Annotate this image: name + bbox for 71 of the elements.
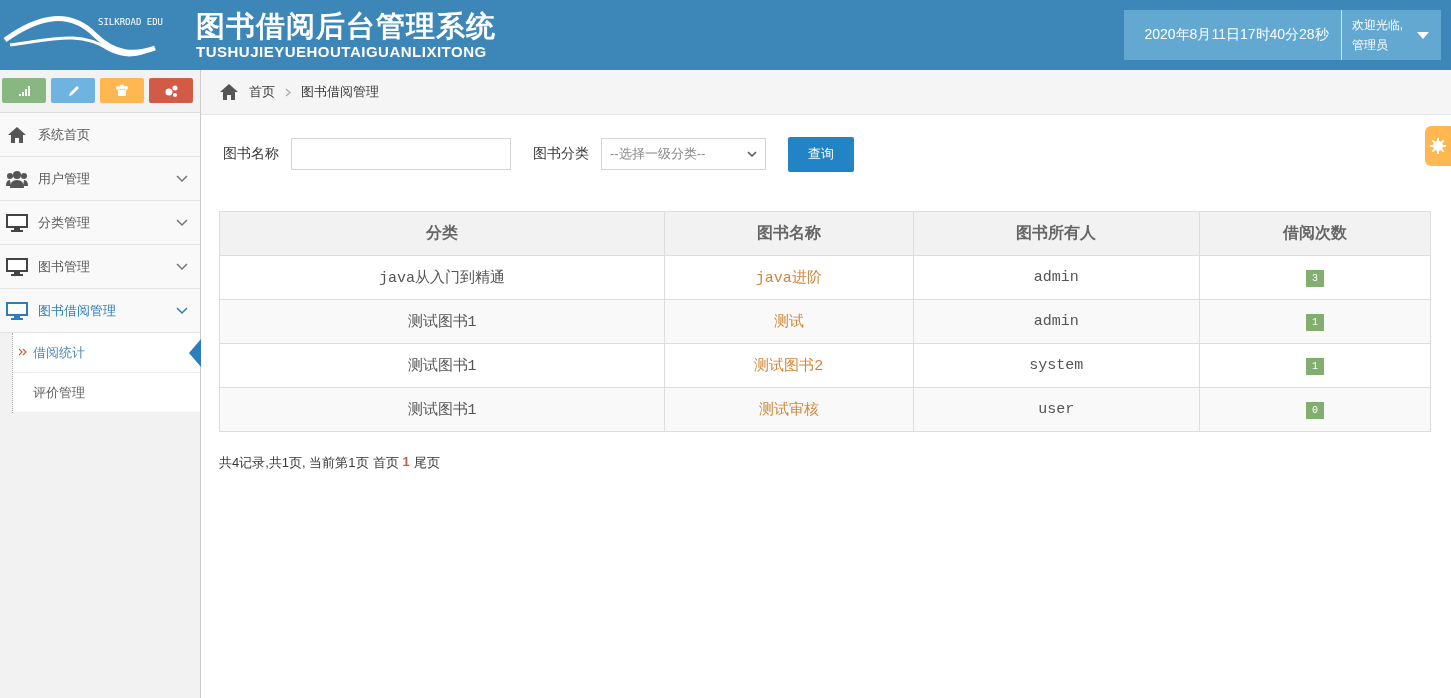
- settings-tab[interactable]: [1425, 126, 1451, 166]
- count-badge: 3: [1305, 269, 1324, 287]
- monitor-icon: [6, 213, 28, 232]
- page-link[interactable]: 1: [402, 454, 410, 472]
- settings-icon: [1430, 138, 1446, 154]
- count-badge: 1: [1305, 357, 1324, 375]
- field-label: 图书分类: [533, 145, 589, 163]
- field-label: 图书名称: [223, 145, 279, 163]
- table-cell: 测试图书1: [219, 387, 665, 432]
- chevron-down-icon: [176, 262, 188, 271]
- nav-item[interactable]: 用户管理: [0, 157, 200, 201]
- nav-label: 系统首页: [38, 125, 91, 144]
- table-cell: user: [913, 387, 1200, 432]
- monitor-icon: [6, 257, 28, 276]
- last-page-link[interactable]: 尾页: [413, 454, 440, 472]
- table-cell: 测试: [664, 299, 913, 344]
- chevron-down-icon: [176, 174, 188, 183]
- category-select[interactable]: --选择一级分类--: [601, 138, 766, 170]
- welcome-text: 欢迎光临,: [1351, 17, 1403, 34]
- chevron-right-icon: [285, 87, 291, 97]
- table-cell: admin: [913, 255, 1200, 300]
- book-name-field[interactable]: [291, 138, 511, 170]
- first-page-link[interactable]: 首页: [372, 454, 399, 472]
- column-header: 分类: [219, 211, 665, 256]
- table-cell: java进阶: [664, 255, 913, 300]
- nav-label: 图书管理: [38, 257, 91, 276]
- chevron-down-icon: [176, 306, 188, 315]
- logo-text: SILKROAD EDU: [98, 17, 164, 27]
- shortcut-button[interactable]: [100, 78, 144, 103]
- signal-bars-icon: [17, 83, 31, 98]
- table-cell: java从入门到精通: [219, 255, 665, 300]
- chevron-down-icon: [747, 151, 757, 157]
- breadcrumb-link[interactable]: 首页: [249, 83, 275, 101]
- table-cell: admin: [913, 299, 1200, 344]
- pencil-icon: [66, 83, 80, 98]
- table-cell: 测试图书1: [219, 343, 665, 388]
- table-cell: 测试图书2: [664, 343, 913, 388]
- column-header: 图书名称: [664, 211, 913, 256]
- table-cell: 测试审核: [664, 387, 913, 432]
- active-pointer-icon: [189, 339, 201, 367]
- pagination-summary: 共4记录,共1页, 当前第1页: [219, 454, 369, 472]
- double-chevron-icon: [19, 348, 27, 356]
- nav-label: 用户管理: [38, 169, 91, 188]
- shortcut-button[interactable]: [51, 78, 95, 103]
- app-subtitle: TUSHUJIEYUEHOUTAIGUANLIXITONG: [196, 43, 488, 61]
- shortcut-button[interactable]: [2, 78, 46, 103]
- nav-item[interactable]: 图书借阅管理: [0, 289, 200, 333]
- caret-down-icon[interactable]: [1417, 31, 1429, 39]
- nav-item[interactable]: 系统首页: [0, 113, 200, 157]
- datetime-text: 2020年8月11日17时40分28秒: [1124, 10, 1342, 60]
- nav-item[interactable]: 图书管理: [0, 245, 200, 289]
- count-badge: 0: [1305, 401, 1324, 419]
- breadcrumb-current: 图书借阅管理: [301, 83, 379, 101]
- home-icon: [219, 83, 239, 101]
- column-header: 借阅次数: [1199, 211, 1431, 256]
- home-icon: [6, 125, 28, 144]
- chevron-down-icon: [176, 218, 188, 227]
- table-cell: 测试图书1: [219, 299, 665, 344]
- nav-item[interactable]: 分类管理: [0, 201, 200, 245]
- count-badge: 1: [1305, 313, 1324, 331]
- nav-label: 图书借阅管理: [38, 301, 117, 320]
- monitor-icon: [6, 301, 28, 320]
- user-name: 管理员: [1351, 37, 1389, 54]
- app-title: 图书借阅后台管理系统: [196, 9, 496, 43]
- submenu-item[interactable]: 评价管理: [13, 373, 200, 413]
- submenu-item[interactable]: 借阅统计: [13, 333, 200, 373]
- table-cell: system: [913, 343, 1200, 388]
- search-button[interactable]: 查询: [788, 136, 854, 172]
- shortcut-button[interactable]: [149, 78, 193, 103]
- nav-label: 分类管理: [38, 213, 91, 232]
- column-header: 图书所有人: [913, 211, 1200, 256]
